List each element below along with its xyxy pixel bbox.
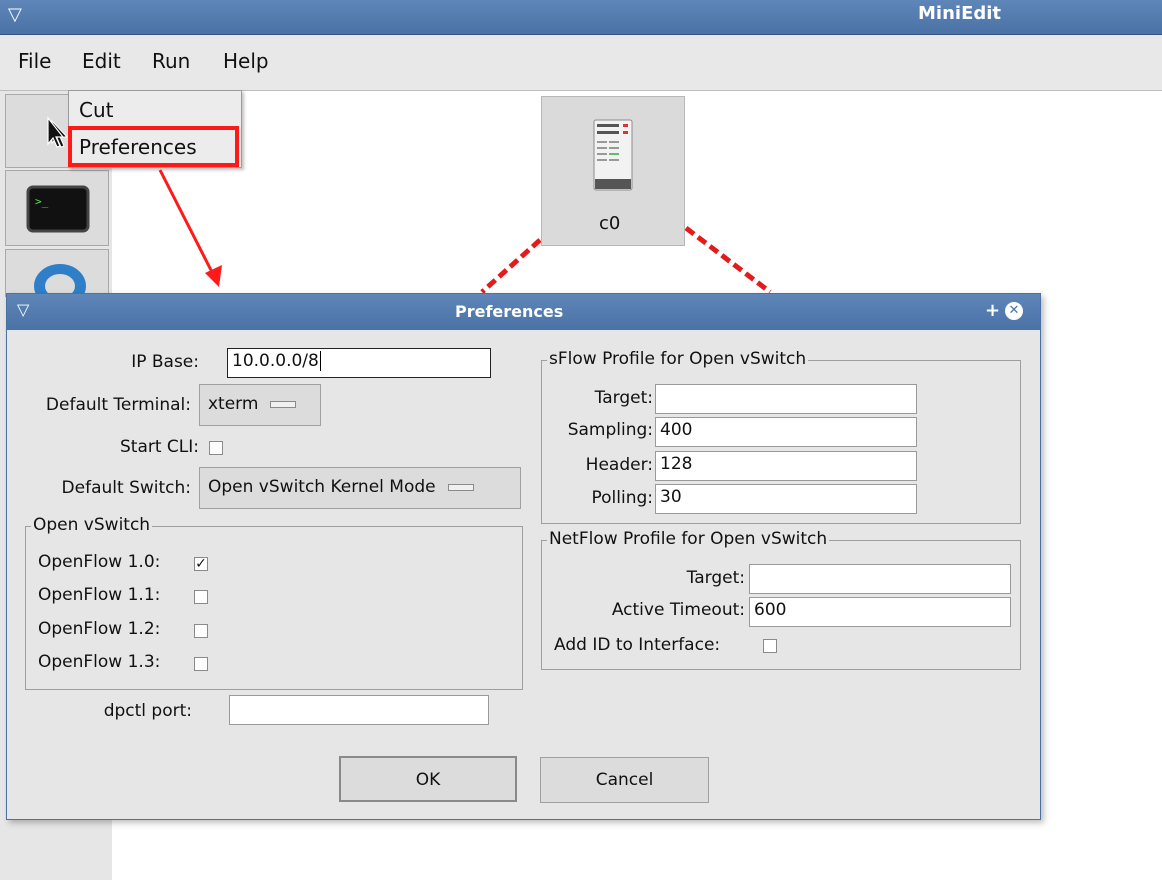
openflow-12-checkbox[interactable]: [194, 624, 208, 638]
sflow-header-value: 128: [660, 454, 693, 474]
add-id-checkbox[interactable]: [763, 639, 777, 653]
start-cli-label: Start CLI:: [119, 437, 199, 457]
default-terminal-label: Default Terminal:: [45, 395, 191, 415]
active-timeout-label: Active Timeout:: [611, 600, 745, 620]
dpctl-port-input[interactable]: [229, 695, 489, 725]
dialog-titlebar: ▽ Preferences + ✕: [7, 294, 1040, 330]
controller-node[interactable]: c0: [541, 96, 685, 246]
sflow-polling-label: Polling:: [591, 488, 653, 508]
dpctl-port-label: dpctl port:: [103, 701, 192, 721]
default-terminal-select[interactable]: xterm: [199, 384, 321, 426]
option-indicator-icon: [447, 483, 474, 491]
netflow-target-label: Target:: [686, 568, 745, 588]
active-timeout-value: 600: [754, 600, 787, 620]
text-cursor: [319, 351, 321, 371]
netflow-legend: NetFlow Profile for Open vSwitch: [547, 529, 830, 549]
cancel-button[interactable]: Cancel: [540, 757, 709, 803]
sflow-header-label: Header:: [585, 455, 653, 475]
close-icon[interactable]: ✕: [1005, 302, 1023, 320]
preferences-dialog: ▽ Preferences + ✕ IP Base: 10.0.0.0/8 De…: [6, 293, 1041, 820]
ip-base-value: 10.0.0.0/8: [232, 351, 319, 371]
start-cli-checkbox[interactable]: [209, 441, 223, 455]
server-icon: [593, 119, 633, 191]
default-switch-select[interactable]: Open vSwitch Kernel Mode: [199, 467, 521, 509]
option-indicator-icon: [270, 400, 297, 408]
controller-label: c0: [599, 213, 621, 234]
openflow-10-checkbox[interactable]: ✓: [194, 557, 208, 571]
sflow-sampling-value: 400: [660, 420, 693, 440]
sflow-polling-value: 30: [660, 487, 682, 507]
active-timeout-input[interactable]: 600: [749, 597, 1011, 627]
maximize-icon[interactable]: +: [985, 300, 1000, 321]
sflow-legend: sFlow Profile for Open vSwitch: [547, 349, 809, 369]
link-line-right: [684, 226, 772, 294]
ip-base-input[interactable]: 10.0.0.0/8: [227, 348, 491, 378]
openflow-13-label: OpenFlow 1.3:: [38, 652, 161, 672]
default-switch-value: Open vSwitch Kernel Mode: [208, 477, 436, 497]
sflow-sampling-label: Sampling:: [567, 420, 653, 440]
openflow-13-checkbox[interactable]: [194, 657, 208, 671]
arrow-line: [158, 169, 216, 277]
add-id-label: Add ID to Interface:: [554, 635, 721, 655]
sflow-target-input[interactable]: [655, 384, 917, 414]
ip-base-label: IP Base:: [131, 352, 199, 372]
link-line-left: [480, 238, 542, 294]
ok-button[interactable]: OK: [339, 756, 517, 802]
default-terminal-value: xterm: [208, 394, 259, 414]
sflow-target-label: Target:: [594, 388, 653, 408]
default-switch-label: Default Switch:: [61, 478, 191, 498]
openflow-10-label: OpenFlow 1.0:: [38, 552, 161, 572]
sflow-polling-input[interactable]: 30: [655, 484, 917, 514]
annotation-arrow: [158, 169, 222, 287]
netflow-target-input[interactable]: [749, 564, 1011, 594]
dialog-menu-icon[interactable]: ▽: [17, 300, 29, 319]
sflow-sampling-input[interactable]: 400: [655, 417, 917, 447]
sflow-header-input[interactable]: 128: [655, 451, 917, 481]
dialog-title: Preferences: [455, 302, 564, 321]
arrow-head: [205, 265, 222, 287]
openflow-11-checkbox[interactable]: [194, 590, 208, 604]
openvswitch-legend: Open vSwitch: [31, 515, 153, 535]
openflow-12-label: OpenFlow 1.2:: [38, 619, 161, 639]
openflow-11-label: OpenFlow 1.1:: [38, 585, 161, 605]
